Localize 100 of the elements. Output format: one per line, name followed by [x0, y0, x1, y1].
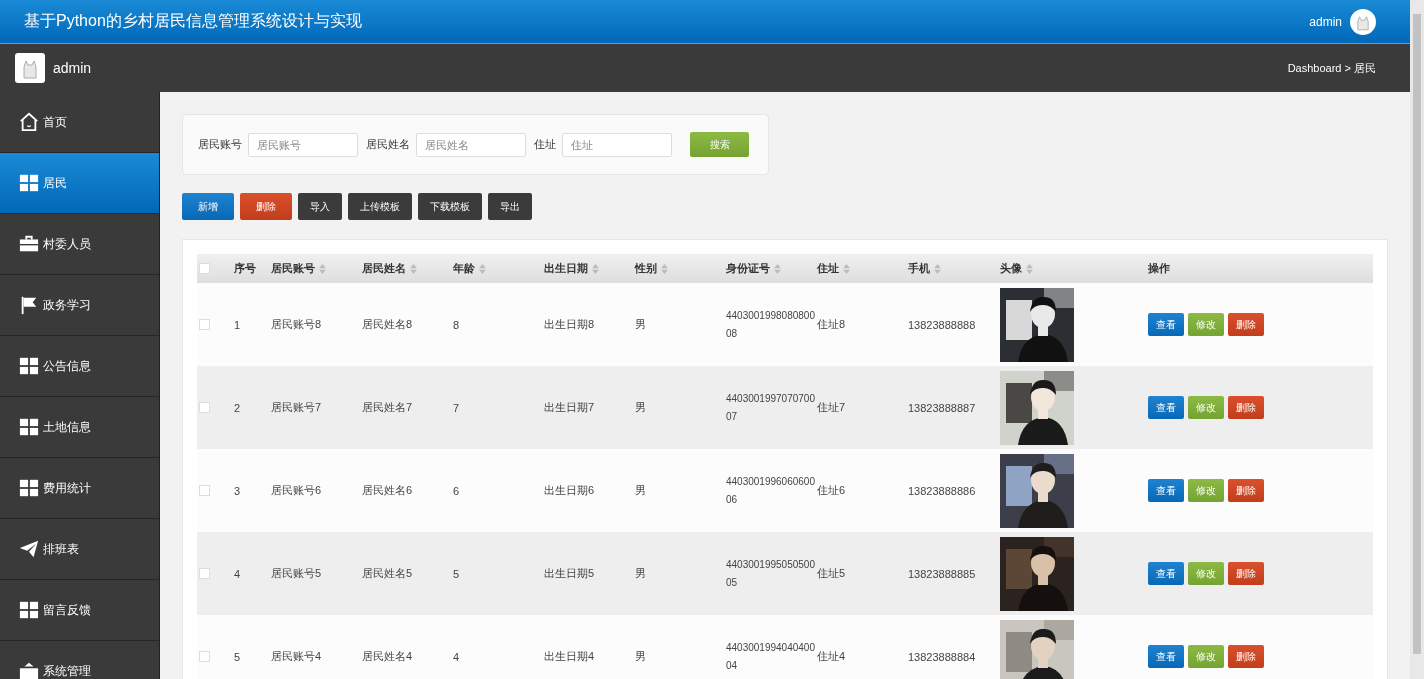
table-cell: 8	[453, 318, 460, 331]
sort-icon[interactable]	[479, 263, 486, 274]
toolbar-button[interactable]: 新增	[182, 193, 234, 220]
table-cell-text: 440300199808080008	[726, 308, 816, 341]
table-cell: 住址8	[817, 317, 846, 332]
sort-icon[interactable]	[319, 263, 326, 274]
row-action-button[interactable]: 查看	[1148, 479, 1184, 502]
checkbox[interactable]	[199, 319, 210, 330]
checkbox[interactable]	[199, 263, 210, 274]
sidebar-item[interactable]: 系统管理	[0, 641, 159, 679]
table-cell: 13823888888	[908, 318, 976, 331]
sort-icon[interactable]	[410, 263, 417, 274]
toolbar-button[interactable]: 导入	[298, 193, 342, 220]
table-cell: 居民姓名4	[362, 649, 413, 664]
table-cell: 居民账号7	[271, 400, 322, 415]
table-cell: 住址7	[817, 400, 846, 415]
row-action-button[interactable]: 删除	[1228, 396, 1264, 419]
checkbox[interactable]	[199, 485, 210, 496]
column-header: 头像	[1000, 261, 1022, 276]
row-action-button[interactable]: 修改	[1188, 645, 1224, 668]
table-cell: 居民账号6	[271, 483, 322, 498]
checkbox[interactable]	[199, 568, 210, 579]
table-cell: 13823888884	[908, 650, 976, 663]
search-button[interactable]: 搜索	[690, 132, 749, 157]
sidebar-item[interactable]: 政务学习	[0, 275, 159, 336]
row-action-button[interactable]: 删除	[1228, 313, 1264, 336]
sort-icon[interactable]	[774, 263, 781, 274]
scrollbar[interactable]	[1410, 0, 1424, 679]
column-header: 序号	[234, 261, 256, 276]
sidebar-item[interactable]: 公告信息	[0, 336, 159, 397]
table-cell: 男	[635, 566, 646, 581]
table-cell: 住址4	[817, 649, 846, 664]
table-cell: 4	[234, 567, 241, 580]
grid-icon	[19, 478, 39, 498]
row-action-button[interactable]: 修改	[1188, 479, 1224, 502]
checkbox[interactable]	[199, 402, 210, 413]
sidebar-item[interactable]: 留言反馈	[0, 580, 159, 641]
toolbar-button[interactable]: 删除	[240, 193, 292, 220]
grid-icon	[19, 600, 39, 620]
row-action-button[interactable]: 修改	[1188, 562, 1224, 585]
sidebar-item[interactable]: 居民	[0, 153, 159, 214]
flag-icon	[19, 295, 39, 315]
table-cell: 13823888886	[908, 484, 976, 497]
paper-plane-icon	[19, 539, 39, 559]
table-cell: 5	[234, 650, 241, 663]
sort-icon[interactable]	[592, 263, 599, 274]
sort-icon[interactable]	[1026, 263, 1033, 274]
table-cell: 出生日期5	[544, 566, 595, 581]
column-header: 操作	[1148, 261, 1170, 276]
row-action-button[interactable]: 查看	[1148, 313, 1184, 336]
column-header: 手机	[908, 261, 930, 276]
table-cell: 13823888887	[908, 401, 976, 414]
column-header: 出生日期	[544, 261, 588, 276]
row-action-button[interactable]: 删除	[1228, 645, 1264, 668]
table-cell: 居民姓名5	[362, 566, 413, 581]
briefcase-icon	[19, 234, 39, 254]
table-cell: 4	[453, 650, 460, 663]
column-header: 身份证号	[726, 261, 770, 276]
toolbar-button[interactable]: 导出	[488, 193, 532, 220]
row-action-button[interactable]: 查看	[1148, 396, 1184, 419]
row-action-button[interactable]: 删除	[1228, 562, 1264, 585]
table-cell: 出生日期7	[544, 400, 595, 415]
sidebar-item[interactable]: 费用统计	[0, 458, 159, 519]
table-cell: 5	[453, 567, 460, 580]
table-cell: 居民姓名8	[362, 317, 413, 332]
checkbox[interactable]	[199, 651, 210, 662]
grid-icon	[19, 417, 39, 437]
sidebar-item[interactable]: 村委人员	[0, 214, 159, 275]
sidebar-item[interactable]: 土地信息	[0, 397, 159, 458]
app-title: 基于Python的乡村居民信息管理系统设计与实现	[24, 11, 362, 31]
table-cell: 1	[234, 318, 241, 331]
table-cell: 男	[635, 483, 646, 498]
sidebar-item[interactable]: 排班表	[0, 519, 159, 580]
user-name[interactable]: admin	[1309, 14, 1342, 29]
user-name: admin	[53, 60, 92, 76]
toolbar-button[interactable]: 下载模板	[418, 193, 482, 220]
grid-icon	[19, 173, 39, 193]
search-field[interactable]: 居民账号	[248, 132, 358, 157]
table-cell: 居民账号4	[271, 649, 322, 664]
row-action-button[interactable]: 修改	[1188, 396, 1224, 419]
table-cell: 6	[453, 484, 460, 497]
table-cell: 居民姓名6	[362, 483, 413, 498]
sort-icon[interactable]	[661, 263, 668, 274]
table-cell: 出生日期4	[544, 649, 595, 664]
table-cell: 13823888885	[908, 567, 976, 580]
row-action-button[interactable]: 删除	[1228, 479, 1264, 502]
sort-icon[interactable]	[934, 263, 941, 274]
search-field[interactable]: 居民姓名	[416, 132, 526, 157]
table-cell: 男	[635, 400, 646, 415]
search-field[interactable]: 住址	[562, 132, 672, 157]
sort-icon[interactable]	[843, 263, 850, 274]
table-cell-text: 440300199404040004	[726, 640, 816, 673]
row-action-button[interactable]: 查看	[1148, 562, 1184, 585]
toolbar-button[interactable]: 上传模板	[348, 193, 412, 220]
row-action-button[interactable]: 修改	[1188, 313, 1224, 336]
table-cell: 3	[234, 484, 241, 497]
table-cell: 出生日期8	[544, 317, 595, 332]
column-header: 住址	[817, 261, 839, 276]
column-header: 居民姓名	[362, 261, 406, 276]
row-action-button[interactable]: 查看	[1148, 645, 1184, 668]
